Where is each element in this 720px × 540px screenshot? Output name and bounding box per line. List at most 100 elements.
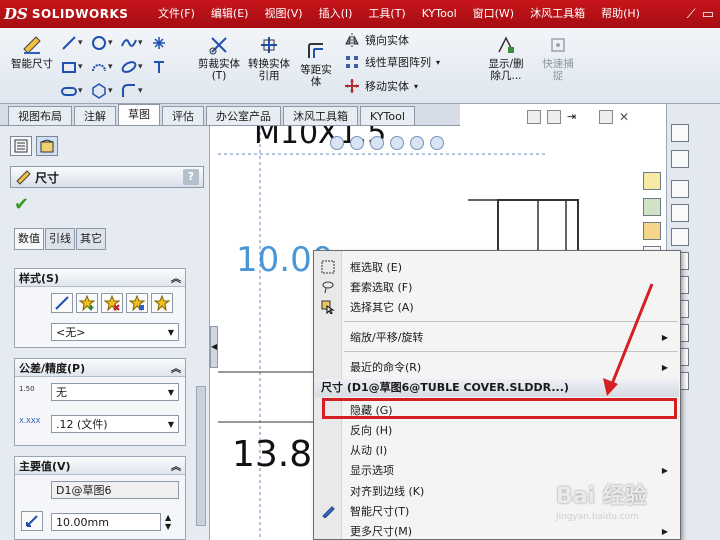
tile-icon[interactable] [527,110,541,124]
menu-select-other[interactable]: 选择其它 (A) [314,297,680,317]
move-dropdown-icon[interactable]: ▾ [414,82,418,91]
menu-display-options[interactable]: 显示选项 ▶ [314,460,680,480]
menu-edit[interactable]: 编辑(E) [203,0,257,28]
menu-recent-commands[interactable]: 最近的命令(R) ▶ [314,357,680,377]
tolerance-type-select[interactable]: 无 ▼ [51,383,179,401]
tab-annotation[interactable]: 注解 [74,106,116,125]
tab-view-layout[interactable]: 视图布局 [8,106,72,125]
smart-dimension-button[interactable]: 智能尺寸 [10,34,54,70]
ellipse-tool[interactable]: ▾ [120,56,150,78]
property-manager-tab[interactable] [36,136,58,156]
close-icon[interactable]: ✕ [619,110,633,124]
tab-office-products[interactable]: 办公室产品 [206,106,281,125]
tab-value[interactable]: 数值 [14,228,44,250]
help-button[interactable]: ? [183,169,199,185]
add-style-button[interactable] [76,293,98,313]
menu-file[interactable]: 文件(F) [150,0,203,28]
linear-pattern-dropdown-icon[interactable]: ▾ [436,58,440,67]
pin-icon[interactable]: ⟋ [687,7,696,22]
previous-view-icon[interactable] [370,136,384,150]
line-tool[interactable]: ▾ [60,32,90,54]
view-orientation-icon[interactable] [410,136,424,150]
ellipse-icon [121,61,137,73]
point-tool[interactable] [150,32,180,54]
tab-leaders[interactable]: 引线 [45,228,75,250]
quick-snaps-button[interactable]: 快速捕捉 [538,34,578,82]
task-pane-collapse-icon[interactable] [671,124,689,142]
slot-tool[interactable]: ▾ [60,80,90,102]
zoom-to-fit-icon[interactable] [330,136,344,150]
linear-sketch-pattern-button[interactable]: 线性草图阵列 ▾ [344,54,440,70]
style-group-header[interactable]: 样式(S) ︽ [15,269,185,287]
menu-insert[interactable]: 插入(I) [311,0,361,28]
menu-kytool[interactable]: KYTool [414,0,465,28]
menu-zoom-pan-rotate[interactable]: 缩放/平移/旋转 ▶ [314,327,680,347]
pin-icon[interactable]: ⇥ [567,110,593,124]
tab-evaluate[interactable]: 评估 [162,106,204,125]
cascade-icon[interactable] [547,110,561,124]
display-style-icon[interactable] [430,136,444,150]
window-restore-icon[interactable]: ▭ [702,7,714,22]
precision-select[interactable]: .12 (文件) ▼ [51,415,179,433]
delete-style-button[interactable] [101,293,123,313]
menu-driven[interactable]: 从动 (I) [314,440,680,460]
trim-entities-label: 剪裁实体(T) [198,58,240,82]
tolerance-group-header[interactable]: 公差/精度(P) ︽ [15,359,185,377]
rectangle-tool[interactable]: ▾ [60,56,90,78]
library-icon[interactable] [643,198,661,216]
collapse-chevron-icon[interactable]: ︽ [171,270,181,285]
style-select[interactable]: <无> ▼ [51,323,179,341]
menu-lasso-select[interactable]: 套索选取 (F) [314,277,680,297]
menu-help[interactable]: 帮助(H) [593,0,648,28]
arc-tool[interactable]: ▾ [90,56,120,78]
property-manager-scrollbar[interactable] [196,386,206,526]
value-spinner[interactable]: ▲ ▼ [165,513,171,531]
spline-tool[interactable]: ▾ [120,32,150,54]
file-explorer-icon[interactable] [643,222,661,240]
menu-tools[interactable]: 工具(T) [360,0,413,28]
tab-mufeng-toolbox[interactable]: 沐风工具箱 [283,106,358,125]
convert-entities-button[interactable]: 转换实体引用 [246,34,292,82]
dimension-name-field[interactable]: D1@草图6 [51,481,179,499]
slot-icon[interactable] [671,228,689,246]
line-icon[interactable] [671,180,689,198]
fillet-tool[interactable]: ▾ [120,80,150,102]
dimension-value-input[interactable]: 10.00mm [51,513,161,531]
save-style-button[interactable] [126,293,148,313]
load-style-button[interactable] [151,293,173,313]
offset-entities-button[interactable]: 等距实体 [296,40,336,88]
collapse-chevron-icon[interactable]: ︽ [171,360,181,375]
menu-flip[interactable]: 反向 (H) [314,420,680,440]
tab-kytool[interactable]: KYTool [360,106,415,125]
rectangle-icon[interactable] [671,204,689,222]
smart-dimension-icon[interactable] [671,150,689,168]
panel-collapse-handle[interactable]: ◀ [210,326,218,368]
mirror-entities-button[interactable]: 镜向实体 [344,32,409,48]
trim-entities-button[interactable]: 剪裁实体(T) [196,34,242,82]
menu-window[interactable]: 窗口(W) [465,0,522,28]
menu-view[interactable]: 视图(V) [256,0,310,28]
menu-box-select[interactable]: 框选取 (E) [314,257,680,277]
collapse-chevron-icon[interactable]: ︽ [171,458,181,473]
move-entities-button[interactable]: 移动实体 ▾ [344,78,418,94]
text-tool[interactable] [150,56,180,78]
circle-tool[interactable]: ▾ [90,32,120,54]
polygon-tool[interactable]: ▾ [90,80,120,102]
tab-other[interactable]: 其它 [76,228,106,250]
primary-value-header[interactable]: 主要值(V) ︽ [15,457,185,475]
home-icon[interactable] [643,172,661,190]
display-delete-relations-button[interactable]: 显示/删除几... [484,34,528,82]
watermark-text: Bai 经验 [556,484,647,509]
ds-logo-mark: DS [4,5,28,23]
ok-check-button[interactable]: ✔ [14,194,29,215]
feature-manager-tab[interactable] [10,136,32,156]
dimension-icon-button[interactable] [21,511,43,531]
zoom-area-icon[interactable] [350,136,364,150]
restore-icon[interactable] [599,110,613,124]
linear-pattern-icon [346,56,358,68]
menu-bar: 文件(F) 编辑(E) 视图(V) 插入(I) 工具(T) KYTool 窗口(… [150,0,687,28]
tab-sketch[interactable]: 草图 [118,104,160,125]
apply-default-style-button[interactable] [51,293,73,313]
section-view-icon[interactable] [390,136,404,150]
menu-mufeng-toolbox[interactable]: 沐风工具箱 [522,0,593,28]
